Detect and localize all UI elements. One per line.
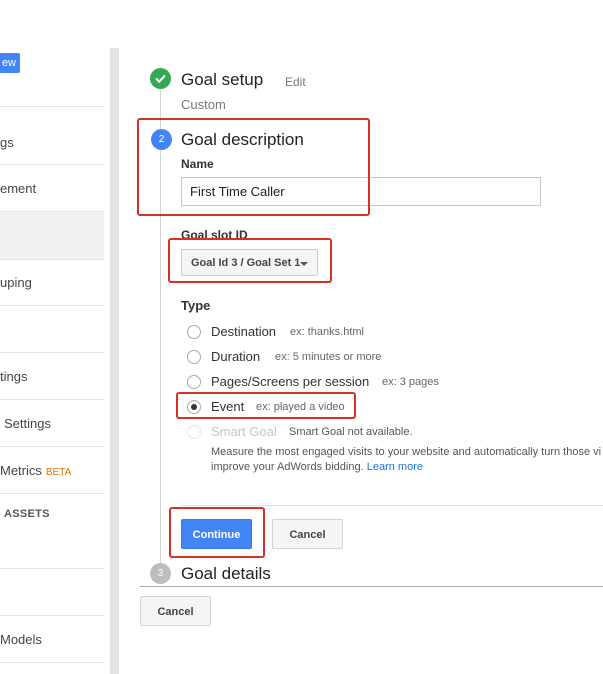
radio-destination[interactable]: [187, 325, 201, 339]
sidebar-section-heading: ASSETS: [4, 508, 50, 520]
sidebar-item-metrics[interactable]: Metrics BETA: [0, 463, 104, 478]
sidebar-divider: [0, 352, 104, 353]
sidebar-scroll-rail: [110, 48, 119, 674]
sidebar-divider: [0, 259, 104, 260]
annotation-continue: [169, 507, 265, 558]
annotation-event-type: [176, 392, 356, 419]
sidebar-divider: [0, 305, 104, 306]
annotation-goal-description: [137, 118, 370, 216]
sidebar-item-grouping[interactable]: uping: [0, 275, 104, 290]
radio-smart-goal: [187, 425, 201, 439]
radio-pages-screens[interactable]: [187, 375, 201, 389]
sidebar-divider: [0, 615, 104, 616]
type-destination-example: ex: thanks.html: [290, 326, 364, 338]
sidebar-divider: [0, 446, 104, 447]
sidebar-divider: [0, 568, 104, 569]
type-pages-example: ex: 3 pages: [382, 376, 439, 388]
step3-title: Goal details: [181, 564, 271, 583]
smart-goal-description: Measure the most engaged visits to your …: [211, 445, 603, 475]
sidebar-item-models[interactable]: Models: [0, 632, 104, 647]
step1-subtitle: Custom: [181, 97, 226, 112]
smart-goal-desc-line2: improve your AdWords bidding.: [211, 461, 364, 473]
sidebar-divider: [0, 106, 104, 107]
type-duration-example: ex: 5 minutes or more: [275, 351, 382, 363]
type-duration-label[interactable]: Duration: [211, 349, 260, 364]
annotation-goal-slot: [168, 238, 332, 283]
type-label: Type: [181, 298, 211, 313]
smart-goal-desc-line2-wrap: improve your AdWords bidding. Learn more: [211, 460, 603, 475]
new-button[interactable]: ew: [0, 53, 20, 73]
learn-more-link[interactable]: Learn more: [367, 461, 423, 473]
cancel-button[interactable]: Cancel: [272, 519, 343, 549]
step1-title: Goal setup: [181, 70, 264, 89]
admin-sidebar: ew gs ement uping tings Settings Metrics…: [0, 0, 110, 674]
type-pages-label[interactable]: Pages/Screens per session: [211, 374, 369, 389]
sidebar-divider: [0, 662, 104, 663]
section-divider: [140, 586, 603, 587]
smart-goal-unavailable: Smart Goal not available.: [289, 426, 413, 438]
step3-number: 3: [150, 563, 171, 584]
type-smart-goal-label: Smart Goal: [211, 424, 277, 439]
smart-goal-desc-line1: Measure the most engaged visits to your …: [211, 446, 602, 458]
checkmark-icon: [150, 68, 171, 89]
type-destination-label[interactable]: Destination: [211, 324, 276, 339]
sidebar-divider: [0, 164, 104, 165]
edit-link[interactable]: Edit: [285, 75, 306, 89]
sidebar-item-metrics-label: Metrics: [0, 463, 42, 478]
sidebar-item-management[interactable]: ement: [0, 181, 104, 196]
radio-duration[interactable]: [187, 350, 201, 364]
sidebar-divider: [0, 399, 104, 400]
form-divider: [181, 505, 603, 506]
sidebar-item-settings-3[interactable]: Settings: [4, 416, 108, 431]
cancel-bottom-button[interactable]: Cancel: [140, 596, 211, 626]
sidebar-divider: [0, 493, 104, 494]
sidebar-item-settings-2[interactable]: tings: [0, 369, 104, 384]
sidebar-item-settings[interactable]: gs: [0, 135, 104, 150]
beta-badge: BETA: [45, 467, 72, 478]
sidebar-item-goals-active[interactable]: [0, 212, 104, 259]
